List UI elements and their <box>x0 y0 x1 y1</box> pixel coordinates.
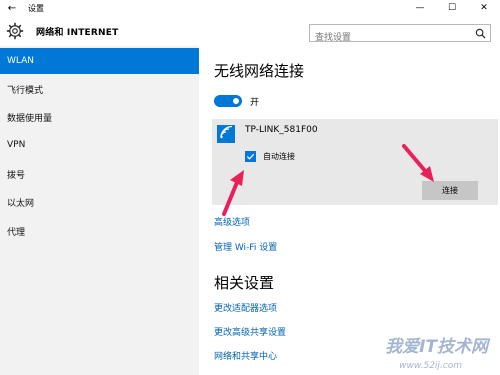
sidebar: WLAN 飞行模式 数据使用量 VPN 拨号 以太网 代理 <box>0 46 199 375</box>
advanced-sharing-link[interactable]: 更改高级共享设置 <box>214 325 286 338</box>
connect-button[interactable]: 连接 <box>422 181 478 200</box>
maximize-button[interactable]: ☐ <box>436 0 468 16</box>
network-ssid: TP-LINK_581F00 <box>245 125 318 135</box>
wifi-icon <box>217 125 235 143</box>
toggle-knob <box>233 98 239 104</box>
wireless-section-title: 无线网络连接 <box>214 62 305 80</box>
adapter-options-link[interactable]: 更改适配器选项 <box>214 301 277 314</box>
title-bar: ← 设置 — ☐ ✕ <box>0 0 500 16</box>
auto-connect-checkbox[interactable] <box>245 151 256 162</box>
sidebar-item-dialup[interactable]: 拨号 <box>0 161 199 187</box>
page-header: 网络和 INTERNET <box>0 16 500 46</box>
advanced-options-link[interactable]: 高级选项 <box>214 215 250 228</box>
sidebar-item-proxy[interactable]: 代理 <box>0 218 199 244</box>
search-box[interactable] <box>309 24 491 46</box>
manage-wifi-link[interactable]: 管理 Wi-Fi 设置 <box>214 240 277 253</box>
sidebar-item-data-usage[interactable]: 数据使用量 <box>0 104 199 130</box>
window-controls: — ☐ ✕ <box>404 0 500 16</box>
network-card[interactable]: TP-LINK_581F00 自动连接 连接 <box>212 119 498 205</box>
wifi-toggle[interactable] <box>214 95 242 107</box>
network-sharing-center-link[interactable]: 网络和共享中心 <box>214 349 277 362</box>
sidebar-item-airplane-mode[interactable]: 飞行模式 <box>0 76 199 102</box>
main-content: 无线网络连接 开 TP-LINK_581F00 自动连接 连接 高级选项 管理 … <box>199 46 500 375</box>
auto-connect-label: 自动连接 <box>263 152 295 161</box>
close-button[interactable]: ✕ <box>468 0 500 16</box>
wifi-toggle-label: 开 <box>250 98 260 108</box>
sidebar-item-ethernet[interactable]: 以太网 <box>0 189 199 215</box>
related-settings-title: 相关设置 <box>214 274 275 292</box>
sidebar-item-vpn[interactable]: VPN <box>0 132 199 158</box>
search-icon[interactable] <box>475 28 486 39</box>
sidebar-item-wlan[interactable]: WLAN <box>0 48 199 74</box>
page-title: 网络和 INTERNET <box>36 28 119 38</box>
back-button[interactable]: ← <box>0 0 24 16</box>
gear-icon <box>6 22 24 40</box>
search-input[interactable] <box>310 30 470 46</box>
minimize-button[interactable]: — <box>404 0 436 16</box>
window-title: 设置 <box>28 3 44 13</box>
